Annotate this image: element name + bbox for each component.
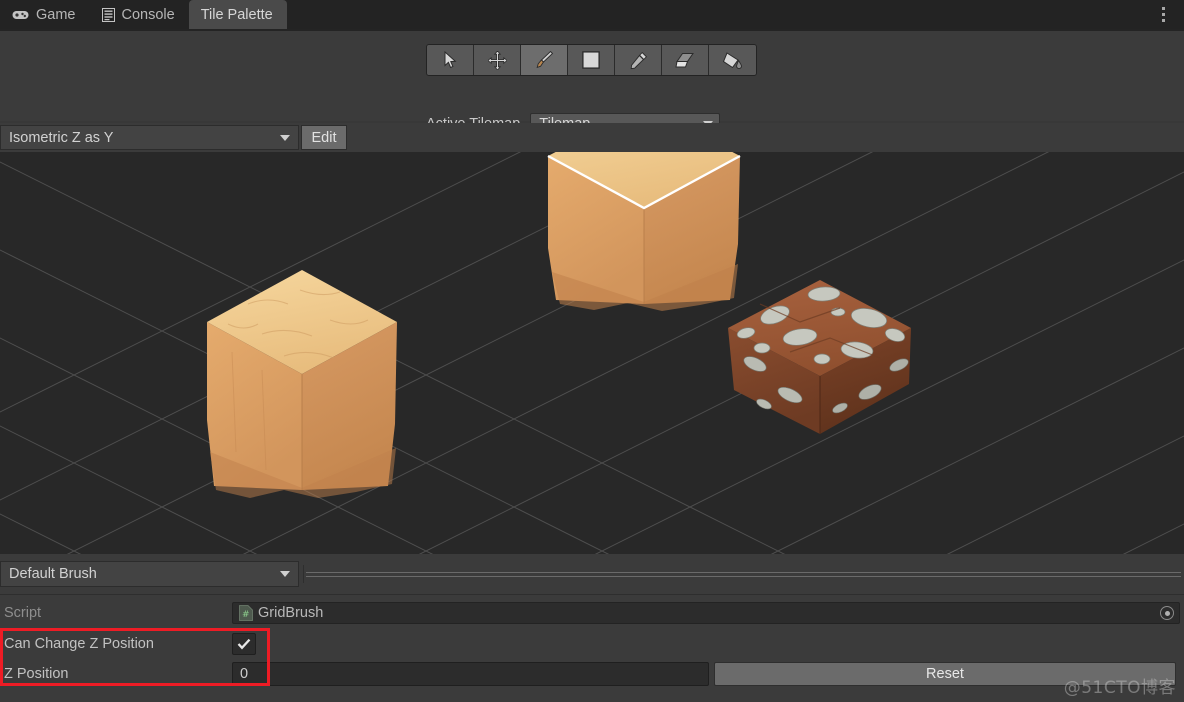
tab-tile-palette[interactable]: Tile Palette — [188, 0, 287, 29]
chevron-down-icon — [280, 571, 290, 577]
edit-button[interactable]: Edit — [301, 125, 347, 150]
brush-name-value: Default Brush — [9, 566, 97, 582]
tab-game[interactable]: Game — [0, 0, 90, 29]
panel-splitter-handle[interactable] — [303, 565, 1181, 583]
brush-inspector-panel: Default Brush Script # GridBrush Can Cha… — [0, 554, 1184, 702]
toolbar-zone: Active Tilemap Tilemap — [0, 31, 1184, 135]
z-position-label: Z Position — [4, 666, 69, 682]
script-object-field[interactable]: # GridBrush — [232, 602, 1180, 624]
tile-palette-window: Game Console Tile Palette Isometric Z as… — [0, 0, 1184, 702]
paint-bucket-icon — [722, 51, 743, 70]
z-position-input[interactable]: 0 — [232, 662, 709, 686]
move-tool[interactable] — [474, 45, 521, 75]
erase-tool[interactable] — [662, 45, 709, 75]
kebab-menu-icon[interactable] — [1152, 0, 1174, 29]
move-arrows-icon — [487, 50, 507, 70]
tab-bar: Game Console Tile Palette — [0, 0, 1184, 29]
tab-console[interactable]: Console — [90, 0, 189, 29]
isometric-grid — [0, 152, 1184, 554]
row-script: Script # GridBrush — [0, 598, 1184, 628]
eraser-icon — [675, 52, 695, 69]
cs-script-icon: # — [239, 605, 253, 621]
brush-dropdown[interactable]: Default Brush — [0, 561, 299, 587]
grid-type-dropdown[interactable]: Isometric Z as Y — [0, 125, 299, 150]
object-picker-icon[interactable] — [1160, 606, 1174, 620]
row-z-position: Z Position 0 Reset — [0, 659, 1184, 689]
can-change-z-position-checkbox[interactable] — [232, 633, 256, 655]
fill-tool[interactable] — [709, 45, 756, 75]
edit-button-label: Edit — [311, 129, 337, 146]
tile-palette-canvas[interactable] — [0, 152, 1184, 554]
picker-tool[interactable] — [615, 45, 662, 75]
tab-console-label: Console — [121, 6, 175, 23]
eyedropper-icon — [629, 51, 648, 70]
console-icon — [101, 7, 115, 22]
chevron-down-icon — [280, 134, 290, 141]
paintbrush-icon — [534, 50, 554, 70]
gamepad-icon — [12, 9, 29, 21]
square-icon — [582, 51, 600, 69]
paint-tool[interactable] — [521, 45, 568, 75]
tab-tile-palette-label: Tile Palette — [200, 6, 273, 23]
tool-button-group — [426, 44, 757, 76]
watermark-text: @51CTO博客 — [1063, 678, 1176, 698]
tile-stone-block[interactable] — [728, 280, 911, 434]
tab-game-label: Game — [36, 6, 76, 23]
svg-text:#: # — [242, 610, 250, 620]
reset-button-label: Reset — [926, 666, 964, 682]
panel-divider — [0, 594, 1184, 595]
box-fill-tool[interactable] — [568, 45, 615, 75]
can-change-z-position-label: Can Change Z Position — [4, 636, 154, 652]
script-value: GridBrush — [258, 605, 324, 621]
z-position-value: 0 — [240, 666, 249, 682]
tile-sand-block-selected[interactable] — [547, 152, 741, 311]
select-tool[interactable] — [427, 45, 474, 75]
tile-sand-block-large[interactable] — [207, 270, 397, 498]
script-label: Script — [4, 605, 42, 621]
row-can-change-z-position: Can Change Z Position — [0, 629, 1184, 659]
checkmark-icon — [237, 638, 251, 650]
cursor-arrow-icon — [444, 51, 457, 69]
grid-type-value: Isometric Z as Y — [9, 129, 114, 146]
grid-settings-row: Isometric Z as Y Edit — [0, 123, 1184, 152]
